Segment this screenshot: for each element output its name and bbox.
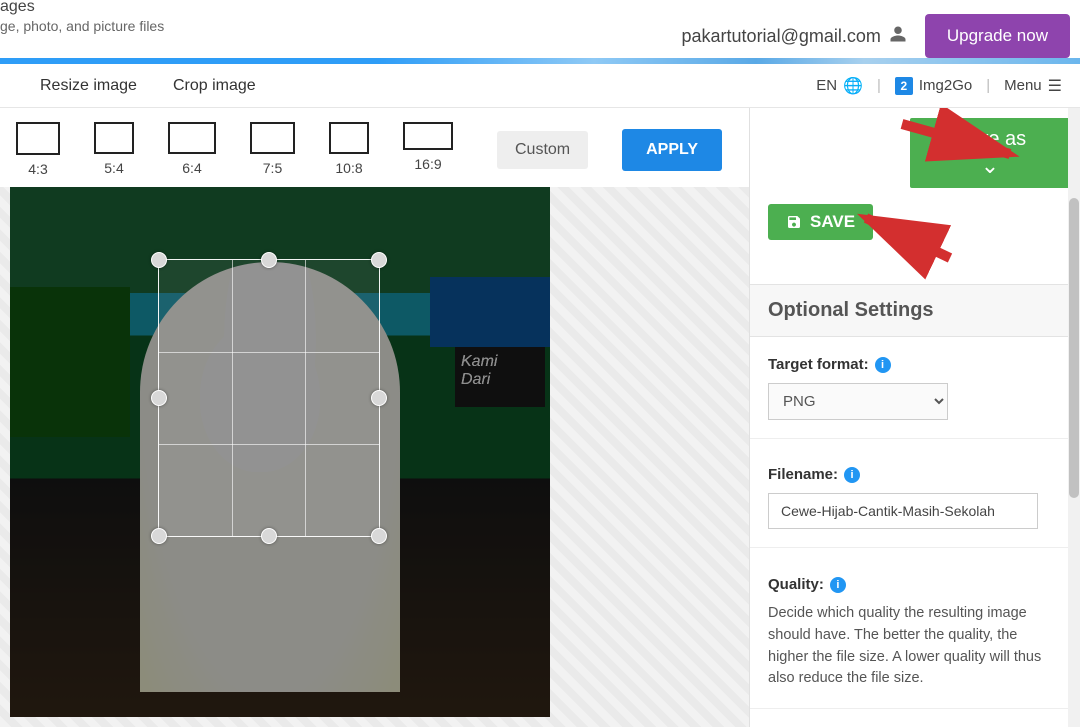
- info-icon[interactable]: i: [844, 467, 860, 483]
- ratio-label: 7:5: [263, 160, 282, 176]
- scrollbar[interactable]: [1068, 108, 1080, 727]
- custom-ratio-button[interactable]: Custom: [497, 131, 588, 169]
- annotation-arrow-icon: [860, 208, 960, 258]
- quality-description: Decide which quality the resulting image…: [768, 603, 1050, 690]
- img2go-badge-icon: 2: [895, 77, 913, 95]
- ratio-box-icon: [16, 122, 60, 155]
- apply-button[interactable]: APPLY: [622, 129, 722, 171]
- brand-block: ages ge, photo, and picture files: [0, 0, 164, 34]
- crop-handle-bottom-center[interactable]: [261, 528, 277, 544]
- ratio-label: 6:4: [182, 160, 201, 176]
- ratio-box-icon: [403, 122, 453, 150]
- ratio-label: 16:9: [414, 156, 441, 172]
- quality-label: Quality:: [768, 576, 824, 593]
- user-email[interactable]: pakartutorial@gmail.com: [682, 25, 907, 48]
- filename-section: Filename: i: [750, 448, 1068, 548]
- info-icon[interactable]: i: [830, 577, 846, 593]
- language-code: EN: [816, 77, 837, 94]
- ratio-label: 5:4: [104, 160, 123, 176]
- ratio-label: 10:8: [335, 160, 362, 176]
- target-format-select[interactable]: PNG: [768, 383, 948, 420]
- ratio-4-3[interactable]: 4:3: [16, 122, 60, 177]
- ratio-box-icon: [94, 122, 134, 154]
- target-format-label: Target format:: [768, 356, 869, 373]
- crop-handle-top-left[interactable]: [151, 252, 167, 268]
- ratio-7-5[interactable]: 7:5: [250, 122, 295, 176]
- user-icon: [889, 25, 907, 48]
- brand-subtitle: ge, photo, and picture files: [0, 18, 164, 34]
- globe-icon: 🌐: [843, 76, 863, 96]
- image-poster-text: Kami Dari: [455, 347, 545, 407]
- optional-settings-title: Optional Settings: [768, 299, 1050, 322]
- save-disk-icon: [786, 214, 802, 230]
- save-as-button[interactable]: Save as ⌄: [910, 118, 1070, 188]
- hamburger-icon: ☰: [1048, 76, 1062, 96]
- scrollbar-thumb[interactable]: [1069, 198, 1079, 498]
- image-background-element: [10, 287, 130, 437]
- target-format-section: Target format: i PNG: [750, 338, 1068, 439]
- crop-handle-bottom-right[interactable]: [371, 528, 387, 544]
- info-icon[interactable]: i: [875, 357, 891, 373]
- crop-canvas[interactable]: Kami Dari: [0, 187, 749, 727]
- nav-separator: |: [877, 77, 881, 94]
- chevron-down-icon: ⌄: [981, 153, 999, 179]
- optional-settings-header: Optional Settings: [750, 284, 1068, 337]
- crop-handle-middle-right[interactable]: [371, 390, 387, 406]
- menu-label: Menu: [1004, 77, 1042, 94]
- crop-handle-top-center[interactable]: [261, 252, 277, 268]
- quality-section: Quality: i Decide which quality the resu…: [750, 558, 1068, 709]
- crop-handle-bottom-left[interactable]: [151, 528, 167, 544]
- save-as-label: Save as: [954, 128, 1026, 151]
- img2go-label: Img2Go: [919, 77, 972, 94]
- brand-title: ages: [0, 0, 164, 16]
- crop-selection[interactable]: [158, 259, 380, 537]
- menu-button[interactable]: Menu ☰: [1004, 76, 1062, 96]
- ratio-16-9[interactable]: 16:9: [403, 122, 453, 172]
- filename-label: Filename:: [768, 466, 838, 483]
- ratio-6-4[interactable]: 6:4: [168, 122, 216, 176]
- nav-separator: |: [986, 77, 990, 94]
- ratio-box-icon: [250, 122, 295, 154]
- save-button[interactable]: SAVE: [768, 204, 873, 240]
- img2go-link[interactable]: 2 Img2Go: [895, 77, 972, 95]
- nav-resize-image[interactable]: Resize image: [40, 77, 137, 95]
- ratio-label: 4:3: [28, 161, 47, 177]
- save-label: SAVE: [810, 212, 855, 232]
- ratio-box-icon: [168, 122, 216, 154]
- nav-crop-image[interactable]: Crop image: [173, 77, 256, 95]
- upgrade-button[interactable]: Upgrade now: [925, 14, 1070, 58]
- ratio-5-4[interactable]: 5:4: [94, 122, 134, 176]
- crop-handle-middle-left[interactable]: [151, 390, 167, 406]
- crop-handle-top-right[interactable]: [371, 252, 387, 268]
- user-email-text: pakartutorial@gmail.com: [682, 26, 881, 47]
- language-selector[interactable]: EN 🌐: [816, 76, 863, 96]
- filename-input[interactable]: [768, 493, 1038, 529]
- ratio-10-8[interactable]: 10:8: [329, 122, 369, 176]
- ratio-box-icon: [329, 122, 369, 154]
